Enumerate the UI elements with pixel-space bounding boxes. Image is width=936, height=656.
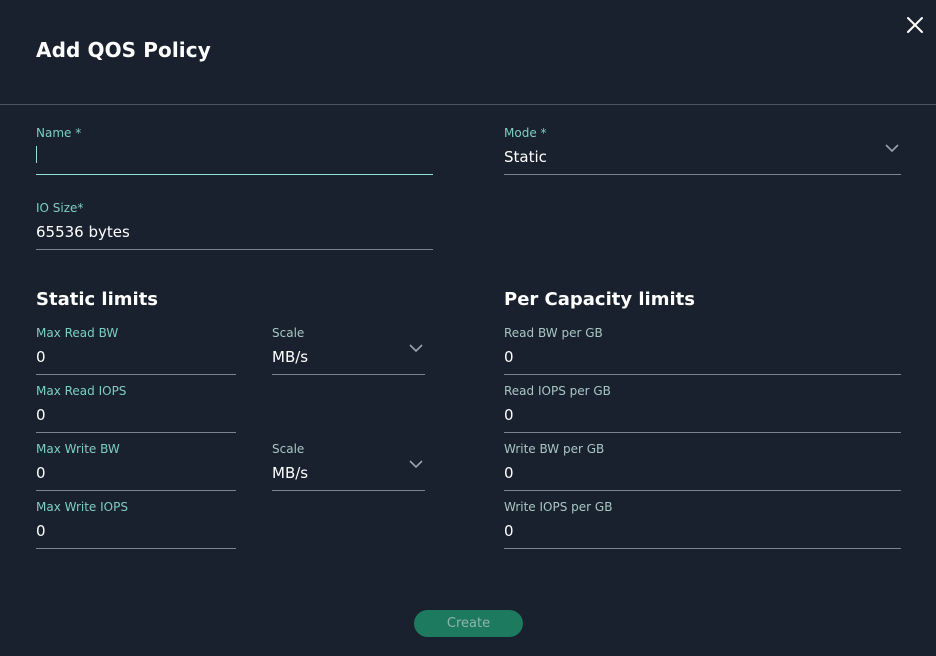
max-write-iops-label: Max Write IOPS <box>36 500 128 514</box>
io-size-value: 65536 bytes <box>36 223 130 241</box>
read-scale-underline <box>272 374 425 375</box>
write-bw-per-gb-underline <box>504 490 901 491</box>
read-bw-per-gb-value: 0 <box>504 348 514 366</box>
static-limits-heading: Static limits <box>36 289 159 310</box>
write-iops-per-gb-underline <box>504 548 901 549</box>
max-write-bw-value: 0 <box>36 464 46 482</box>
read-bw-per-gb-field[interactable]: Read BW per GB 0 <box>504 326 901 375</box>
read-bw-per-gb-underline <box>504 374 901 375</box>
max-read-bw-field[interactable]: Max Read BW 0 <box>36 326 236 375</box>
read-iops-per-gb-field[interactable]: Read IOPS per GB 0 <box>504 384 901 433</box>
max-write-bw-field[interactable]: Max Write BW 0 <box>36 442 236 491</box>
name-underline <box>36 174 433 175</box>
chevron-down-icon <box>409 460 423 469</box>
header-divider <box>0 104 936 105</box>
write-scale-value: MB/s <box>272 464 309 482</box>
read-scale-value: MB/s <box>272 348 309 366</box>
read-scale-label: Scale <box>272 326 305 340</box>
io-size-underline <box>36 249 433 250</box>
dialog-title: Add QOS Policy <box>36 38 211 62</box>
max-write-iops-value: 0 <box>36 522 46 540</box>
read-scale-select[interactable]: Scale MB/s <box>272 326 425 375</box>
create-button[interactable]: Create <box>414 610 523 637</box>
write-bw-per-gb-value: 0 <box>504 464 514 482</box>
mode-value: Static <box>504 148 547 166</box>
close-icon[interactable] <box>904 14 926 36</box>
max-write-bw-label: Max Write BW <box>36 442 120 456</box>
chevron-down-icon <box>409 344 423 353</box>
name-label: Name * <box>36 126 82 140</box>
mode-label: Mode * <box>504 126 547 140</box>
max-read-iops-value: 0 <box>36 406 46 424</box>
write-iops-per-gb-label: Write IOPS per GB <box>504 500 613 514</box>
max-read-iops-field[interactable]: Max Read IOPS 0 <box>36 384 236 433</box>
write-scale-label: Scale <box>272 442 305 456</box>
read-bw-per-gb-label: Read BW per GB <box>504 326 603 340</box>
name-input[interactable] <box>36 144 433 170</box>
io-size-label: IO Size* <box>36 201 84 215</box>
write-bw-per-gb-label: Write BW per GB <box>504 442 605 456</box>
max-write-iops-field[interactable]: Max Write IOPS 0 <box>36 500 236 549</box>
max-read-iops-label: Max Read IOPS <box>36 384 127 398</box>
write-scale-underline <box>272 490 425 491</box>
max-read-bw-underline <box>36 374 236 375</box>
chevron-down-icon <box>885 144 899 153</box>
io-size-field[interactable]: IO Size* 65536 bytes <box>36 201 433 250</box>
name-field[interactable]: Name * <box>36 126 433 175</box>
read-iops-per-gb-value: 0 <box>504 406 514 424</box>
write-scale-select[interactable]: Scale MB/s <box>272 442 425 491</box>
max-read-bw-label: Max Read BW <box>36 326 119 340</box>
add-qos-policy-dialog: Add QOS Policy Name * Mode * Static IO S… <box>0 0 936 656</box>
mode-underline <box>504 174 901 175</box>
write-iops-per-gb-value: 0 <box>504 522 514 540</box>
write-iops-per-gb-field[interactable]: Write IOPS per GB 0 <box>504 500 901 549</box>
max-write-iops-underline <box>36 548 236 549</box>
per-capacity-limits-heading: Per Capacity limits <box>504 289 695 310</box>
max-read-iops-underline <box>36 432 236 433</box>
max-write-bw-underline <box>36 490 236 491</box>
read-iops-per-gb-label: Read IOPS per GB <box>504 384 611 398</box>
read-iops-per-gb-underline <box>504 432 901 433</box>
mode-select[interactable]: Mode * Static <box>504 126 901 175</box>
max-read-bw-value: 0 <box>36 348 46 366</box>
write-bw-per-gb-field[interactable]: Write BW per GB 0 <box>504 442 901 491</box>
